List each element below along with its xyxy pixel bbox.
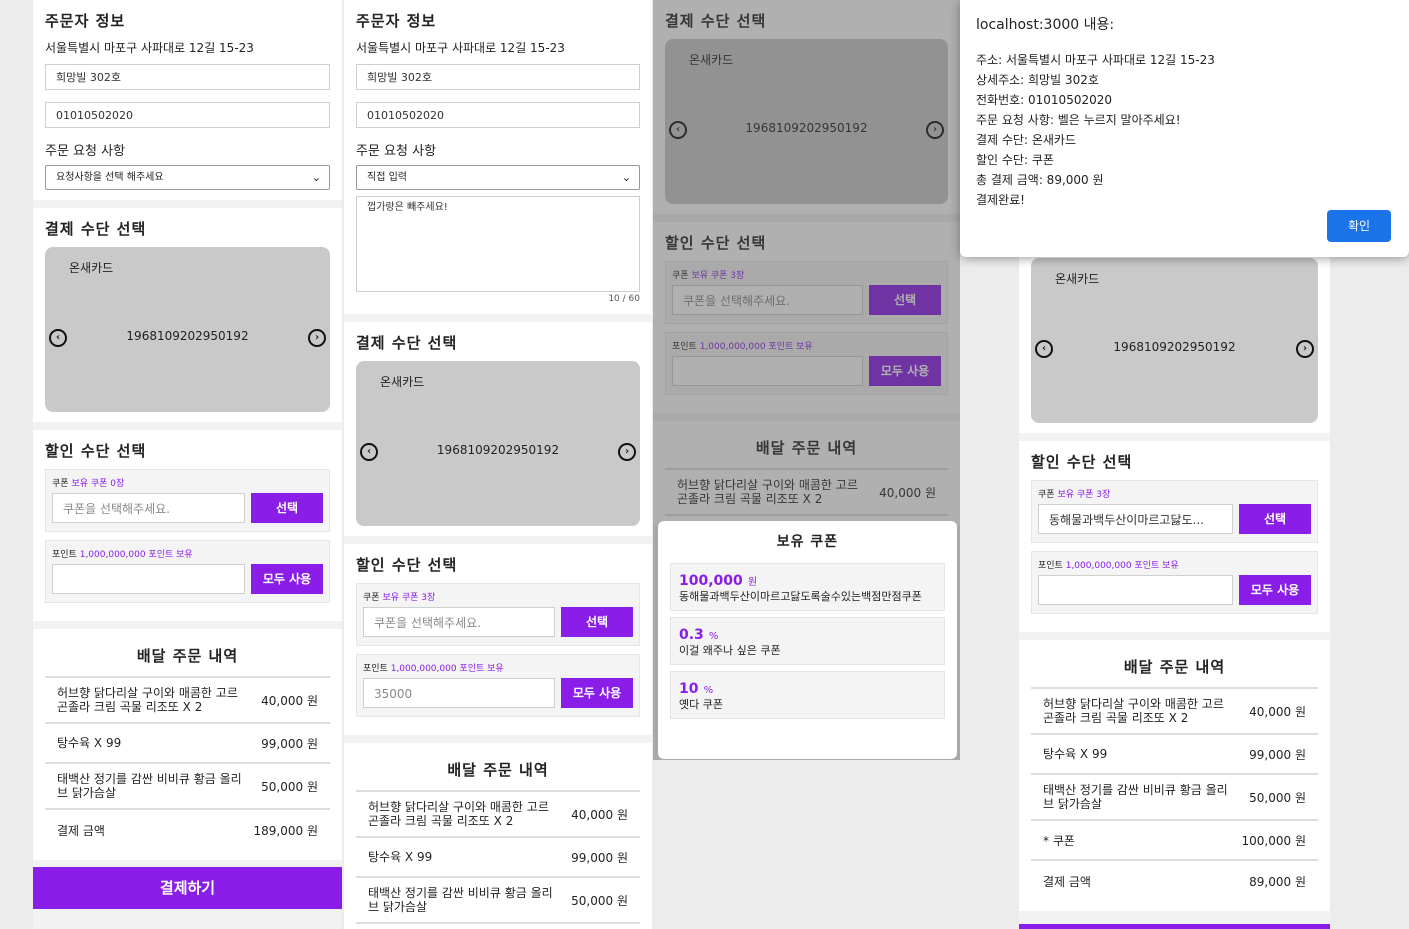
alert-line: 할인 수단: 쿠폰 — [976, 153, 1054, 167]
prev-card-icon[interactable]: ‹ — [49, 329, 67, 347]
use-all-button[interactable]: 모두 사용 — [1239, 575, 1311, 605]
card-name: 온새카드 — [1055, 272, 1100, 286]
alert-title: localhost:3000 내용: — [976, 17, 1115, 33]
request-select[interactable]: 직접 입력 ⌄ — [356, 165, 640, 190]
coupon-box: 쿠폰 보유 쿠폰 3장 쿠폰을 선택해주세요. 선택 — [356, 583, 640, 646]
card-name: 온새카드 — [69, 261, 114, 275]
orderer-title: 주문자 정보 — [356, 12, 437, 30]
discount-title: 할인 수단 선택 — [45, 442, 147, 460]
card-name: 온새카드 — [380, 375, 425, 389]
coupon-input[interactable]: 쿠폰을 선택해주세요. — [363, 607, 555, 637]
chevron-down-icon: ⌄ — [311, 171, 321, 184]
coupon-modal: 보유 쿠폰 100,000 원 동해물과백두산이마르고닳도록술수있는백점만점쿠폰 … — [658, 521, 957, 759]
discount-title: 할인 수단 선택 — [356, 556, 458, 574]
orderer-title: 주문자 정보 — [45, 12, 126, 30]
payment-card[interactable]: 온새카드 1968109202950192 ‹ › — [356, 361, 640, 526]
discount-title: 할인 수단 선택 — [1031, 453, 1133, 471]
coupon-box: 쿠폰 보유 쿠폰 3장 동해물과백두산이마르고닳도... 선택 — [1031, 480, 1318, 543]
coupon-box: 쿠폰 보유 쿠폰 0장 쿠폰을 선택해주세요. 선택 — [45, 469, 330, 532]
order-total: 결제 금액 89,000 원 — [1043, 874, 1306, 889]
order-item: 탕수육 X 99 99,000 원 — [1031, 735, 1318, 775]
card-number: 1968109202950192 — [436, 443, 560, 457]
request-select-value: 직접 입력 — [367, 172, 407, 183]
next-card-icon[interactable]: › — [1296, 340, 1314, 358]
coupon-select-button[interactable]: 선택 — [251, 493, 323, 523]
order-item: 허브향 닭다리살 구이와 매콤한 고르곤졸라 크림 곡물 리조또 X 2 40,0… — [45, 678, 330, 724]
use-all-button[interactable]: 모두 사용 — [251, 564, 323, 594]
point-box: 포인트 1,000,000,000 포인트 보유 35000 모두 사용 — [356, 654, 640, 717]
alert-line: 주소: 서울특별시 마포구 사파대로 12길 15-23 — [976, 53, 1215, 67]
browser-alert-dialog: localhost:3000 내용: 주소: 서울특별시 마포구 사파대로 12… — [960, 0, 1409, 257]
payment-title: 결제 수단 선택 — [356, 334, 458, 352]
payment-card[interactable]: 온새카드 1968109202950192 ‹ › — [1031, 258, 1318, 423]
checkout-panel-1: 주문자 정보 서울특별시 마포구 사파대로 12길 15-23 희망빌 302호… — [33, 0, 342, 929]
point-box: 포인트 1,000,000,000 포인트 보유 모두 사용 — [45, 540, 330, 603]
phone-input[interactable]: 01010502020 — [356, 102, 640, 128]
point-input[interactable] — [1038, 575, 1233, 605]
request-select-value: 요청사항을 선택 해주세요 — [56, 172, 164, 183]
point-caption: 포인트 — [52, 550, 77, 560]
chevron-down-icon: ⌄ — [621, 171, 631, 184]
pay-button[interactable] — [1019, 924, 1330, 929]
payment-title: 결제 수단 선택 — [45, 220, 147, 238]
order-item: 탕수육 X 99 99,000 원 — [45, 724, 330, 764]
alert-line: 결제 수단: 온새카드 — [976, 133, 1076, 147]
phone-input[interactable]: 01010502020 — [45, 102, 330, 128]
alert-ok-button[interactable]: 확인 — [1327, 210, 1391, 242]
point-owned: 1,000,000,000 포인트 보유 — [79, 550, 193, 560]
coupon-modal-title: 보유 쿠폰 — [776, 534, 839, 550]
request-textarea[interactable]: 껍가랑은 빼주세요! — [356, 196, 640, 292]
char-counter: 10 / 60 — [608, 294, 640, 304]
coupon-count: 보유 쿠폰 0장 — [71, 479, 125, 489]
order-item: 탕수육 X 99 99,000 원 — [356, 838, 640, 878]
prev-card-icon[interactable]: ‹ — [360, 443, 378, 461]
order-item: 허브향 닭다리살 구이와 매콤한 고르곤졸라 크림 곡물 리조또 X 2 40,0… — [1031, 689, 1318, 735]
next-card-icon[interactable]: › — [308, 329, 326, 347]
coupon-item[interactable]: 100,000 원 동해물과백두산이마르고닳도록술수있는백점만점쿠폰 — [670, 563, 945, 611]
coupon-item[interactable]: 0.3 % 이걸 왜주나 싶은 쿠폰 — [670, 617, 945, 665]
order-title: 배달 주문 내역 — [356, 753, 640, 792]
address-text: 서울특별시 마포구 사파대로 12길 15-23 — [45, 41, 254, 55]
coupon-caption: 쿠폰 — [52, 479, 69, 489]
pay-button[interactable]: 결제하기 — [33, 867, 342, 909]
coupon-input[interactable]: 쿠폰을 선택해주세요. — [52, 493, 245, 523]
point-input[interactable]: 35000 — [363, 678, 555, 708]
point-box: 포인트 1,000,000,000 포인트 보유 모두 사용 — [1031, 551, 1318, 614]
order-item: 허브향 닭다리살 구이와 매콤한 고르곤졸라 크림 곡물 리조또 X 2 40,0… — [356, 792, 640, 838]
request-label: 주문 요청 사항 — [45, 144, 126, 159]
order-item: 태백산 정기를 감싼 비비큐 황금 올리브 닭가슴살 50,000 원 — [45, 764, 330, 810]
card-number: 1968109202950192 — [126, 329, 249, 343]
order-item: 태백산 정기를 감싼 비비큐 황금 올리브 닭가슴살 50,000 원 — [356, 878, 640, 924]
point-input[interactable] — [52, 564, 245, 594]
alert-line: 상세주소: 희망빌 302호 — [976, 73, 1099, 87]
payment-card[interactable]: 온새카드 1968109202950192 ‹ › — [45, 247, 330, 412]
use-all-button[interactable]: 모두 사용 — [561, 678, 633, 708]
request-label: 주문 요청 사항 — [356, 144, 437, 159]
alert-line: 주문 요청 사항: 벨은 누르지 말아주세요! — [976, 113, 1181, 127]
address-text: 서울특별시 마포구 사파대로 12길 15-23 — [356, 41, 565, 55]
coupon-select-button[interactable]: 선택 — [561, 607, 633, 637]
alert-line: 결제완료! — [976, 193, 1025, 207]
coupon-input[interactable]: 동해물과백두산이마르고닳도... — [1038, 504, 1233, 534]
checkout-panel-2: 주문자 정보 서울특별시 마포구 사파대로 12길 15-23 희망빌 302호… — [344, 0, 652, 929]
next-card-icon[interactable]: › — [618, 443, 636, 461]
request-select[interactable]: 요청사항을 선택 해주세요 ⌄ — [45, 165, 330, 190]
order-title: 배달 주문 내역 — [45, 639, 330, 678]
coupon-select-button[interactable]: 선택 — [1239, 504, 1311, 534]
order-title: 배달 주문 내역 — [1031, 650, 1318, 689]
alert-line: 전화번호: 01010502020 — [976, 93, 1113, 107]
address-detail-input[interactable]: 희망빌 302호 — [45, 64, 330, 90]
coupon-item[interactable]: 10 % 옛다 쿠폰 — [670, 671, 945, 719]
coupon-discount-line: * 쿠폰 100,000 원 — [1031, 821, 1318, 861]
order-item: 태백산 정기를 감싼 비비큐 황금 올리브 닭가슴살 50,000 원 — [1031, 775, 1318, 821]
card-number: 1968109202950192 — [1113, 340, 1236, 354]
prev-card-icon[interactable]: ‹ — [1035, 340, 1053, 358]
alert-line: 총 결제 금액: 89,000 원 — [976, 173, 1104, 187]
address-detail-input[interactable]: 희망빌 302호 — [356, 64, 640, 90]
order-total: 결제 금액 189,000 원 — [57, 823, 318, 838]
